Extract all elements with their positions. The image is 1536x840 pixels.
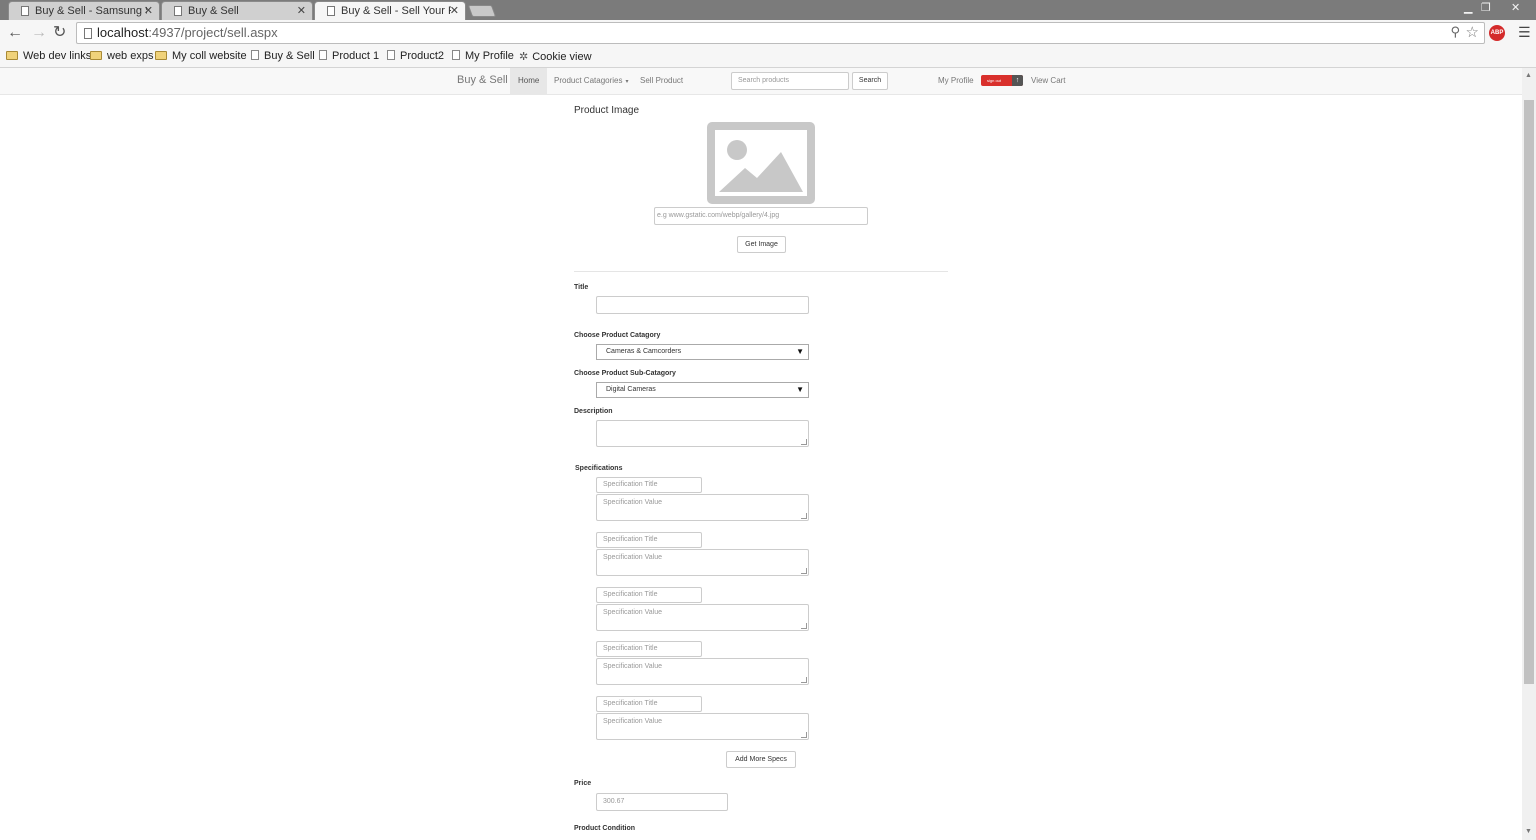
restore-icon[interactable]: ❐ xyxy=(1481,0,1491,16)
new-tab-button[interactable] xyxy=(467,5,497,17)
bookmark-item[interactable]: Web dev links xyxy=(6,50,91,62)
browser-tab[interactable]: Buy & Sell - Samsung Sm ✕ xyxy=(8,1,160,20)
folder-icon xyxy=(6,51,18,60)
nav-view-cart[interactable]: View Cart xyxy=(1031,76,1066,85)
window-close-icon[interactable]: ✕ xyxy=(1511,0,1520,16)
nav-my-profile[interactable]: My Profile xyxy=(938,76,974,85)
adblock-icon[interactable]: ABP xyxy=(1489,25,1505,41)
image-url-input[interactable]: e.g www.gstatic.com/webp/gallery/4.jpg xyxy=(654,207,868,225)
nav-product-categories[interactable]: Product Catagories ▾ xyxy=(554,76,629,85)
add-more-specs-button[interactable]: Add More Specs xyxy=(726,751,796,768)
browser-tabstrip: Buy & Sell - Samsung Sm ✕ Buy & Sell ✕ B… xyxy=(0,0,1536,20)
page-icon xyxy=(452,50,460,60)
bookmark-star-icon[interactable]: ☆ xyxy=(1466,23,1479,41)
page-icon xyxy=(21,6,29,16)
close-icon[interactable]: ✕ xyxy=(144,3,153,20)
sign-out-button[interactable]: sign out ↑ xyxy=(981,75,1023,86)
spec-value-textarea[interactable]: Specification Value xyxy=(596,713,809,740)
resize-grip-icon[interactable] xyxy=(801,732,807,738)
address-bar[interactable]: localhost:4937/project/sell.aspx ⚲ ☆ xyxy=(76,22,1485,44)
folder-icon xyxy=(90,51,102,60)
spec-value-textarea[interactable]: Specification Value xyxy=(596,604,809,631)
tab-title: Buy & Sell xyxy=(188,5,239,17)
page-icon xyxy=(319,50,327,60)
price-input[interactable]: 300.67 xyxy=(596,793,728,811)
bookmark-item[interactable]: web exps xyxy=(90,50,153,62)
resize-grip-icon[interactable] xyxy=(801,568,807,574)
resize-grip-icon[interactable] xyxy=(801,623,807,629)
browser-toolbar: ← → ↻ localhost:4937/project/sell.aspx ⚲… xyxy=(0,20,1536,47)
page-icon xyxy=(327,6,335,16)
title-label: Title xyxy=(574,284,589,291)
dropdown-arrow-icon: ▼ xyxy=(796,347,804,356)
subcategory-label: Choose Product Sub-Catagory xyxy=(574,370,676,377)
page-icon xyxy=(174,6,182,16)
description-label: Description xyxy=(574,408,613,415)
image-placeholder-icon xyxy=(719,140,803,192)
resize-grip-icon[interactable] xyxy=(801,513,807,519)
page-icon xyxy=(251,50,259,60)
bookmark-item[interactable]: Product 1 xyxy=(319,50,379,62)
bookmark-item[interactable]: Product2 xyxy=(387,50,444,62)
power-icon: ↑ xyxy=(1012,75,1023,86)
get-image-button[interactable]: Get Image xyxy=(737,236,786,253)
spec-title-input[interactable]: Specification Title xyxy=(596,641,702,657)
product-condition-label: Product Condition xyxy=(574,825,636,832)
category-label: Choose Product Catagory xyxy=(574,332,661,339)
scrollbar-thumb[interactable] xyxy=(1524,100,1534,684)
dropdown-arrow-icon: ▼ xyxy=(796,385,804,394)
browser-tab[interactable]: Buy & Sell ✕ xyxy=(161,1,313,20)
minimize-icon[interactable]: ▁ xyxy=(1464,0,1472,16)
page-icon xyxy=(387,50,395,60)
spec-title-input[interactable]: Specification Title xyxy=(596,696,702,712)
description-textarea[interactable] xyxy=(596,420,809,447)
image-placeholder xyxy=(707,122,815,204)
bookmark-item[interactable]: ✲ Cookie view xyxy=(519,50,592,63)
section-divider xyxy=(574,271,948,272)
scroll-up-icon[interactable]: ▲ xyxy=(1525,72,1532,79)
bookmarks-bar: Web dev links web exps My coll website B… xyxy=(0,47,1536,68)
folder-icon xyxy=(155,51,167,60)
bookmark-item[interactable]: Buy & Sell xyxy=(251,50,315,62)
spec-value-textarea[interactable]: Specification Value xyxy=(596,549,809,576)
spec-value-textarea[interactable]: Specification Value xyxy=(596,494,809,521)
title-input[interactable] xyxy=(596,296,809,314)
tab-title: Buy & Sell - Samsung Sm xyxy=(35,5,147,17)
nav-sell-product[interactable]: Sell Product xyxy=(640,76,683,85)
product-image-heading: Product Image xyxy=(574,105,640,116)
back-icon[interactable]: ← xyxy=(7,24,23,42)
forward-icon[interactable]: → xyxy=(31,24,47,42)
bookmark-item[interactable]: My coll website xyxy=(155,50,247,62)
category-select[interactable]: Cameras & Camcorders ▼ xyxy=(596,344,809,360)
spec-title-input[interactable]: Specification Title xyxy=(596,477,702,493)
spec-title-input[interactable]: Specification Title xyxy=(596,532,702,548)
reload-icon[interactable]: ↻ xyxy=(53,24,66,42)
search-button[interactable]: Search xyxy=(852,72,888,90)
close-icon[interactable]: ✕ xyxy=(450,3,459,20)
scroll-down-icon[interactable]: ▼ xyxy=(1525,828,1532,835)
resize-grip-icon[interactable] xyxy=(801,677,807,683)
caret-down-icon: ▾ xyxy=(625,79,629,85)
url-text: localhost:4937/project/sell.aspx xyxy=(97,25,278,40)
resize-grip-icon[interactable] xyxy=(801,439,807,445)
price-label: Price xyxy=(574,780,592,787)
bookmark-item[interactable]: My Profile xyxy=(452,50,514,62)
menu-icon[interactable]: ☰ xyxy=(1518,24,1531,41)
nav-home[interactable]: Home xyxy=(510,68,548,94)
specifications-label: Specifications xyxy=(575,465,623,472)
spec-value-textarea[interactable]: Specification Value xyxy=(596,658,809,685)
page-icon xyxy=(84,28,92,39)
site-brand[interactable]: Buy & Sell xyxy=(457,74,508,86)
spec-title-input[interactable]: Specification Title xyxy=(596,587,702,603)
browser-tab-active[interactable]: Buy & Sell - Sell Your Proc ✕ xyxy=(314,1,466,20)
subcategory-select[interactable]: Digital Cameras ▼ xyxy=(596,382,809,398)
site-navbar: Buy & Sell Home Product Catagories ▾ Sell… xyxy=(0,68,1522,95)
close-icon[interactable]: ✕ xyxy=(297,3,306,20)
search-icon[interactable]: ⚲ xyxy=(1450,24,1460,40)
tab-title: Buy & Sell - Sell Your Proc xyxy=(341,5,451,17)
search-input[interactable]: Search products xyxy=(731,72,849,90)
gear-icon: ✲ xyxy=(519,51,529,63)
